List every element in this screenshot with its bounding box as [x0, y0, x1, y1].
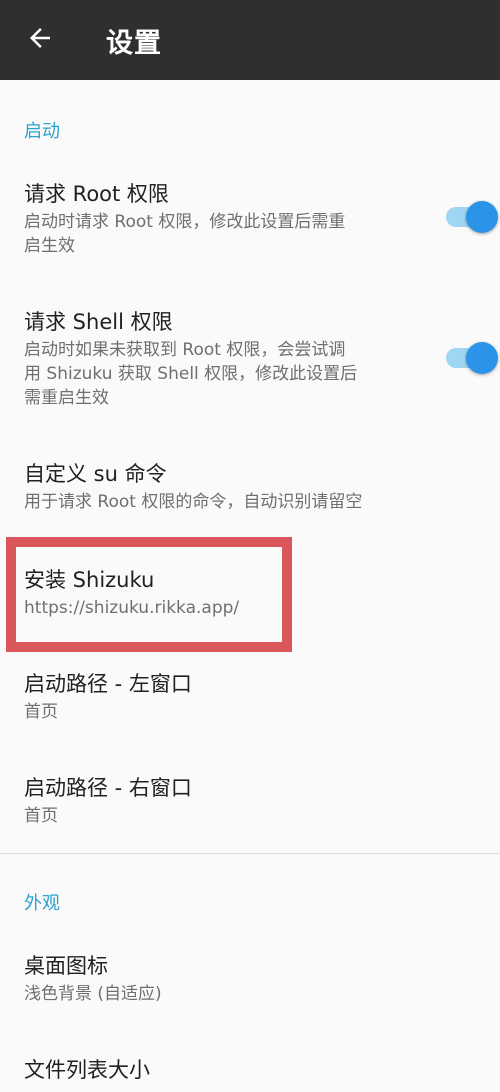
back-button[interactable] [0, 0, 80, 80]
app-bar: 设置 [0, 0, 500, 80]
setting-summary: 启动时请求 Root 权限，修改此设置后需重 启生效 [24, 212, 346, 256]
section-title-appearance: 外观 [24, 893, 60, 914]
setting-summary: 启动时如果未获取到 Root 权限，会尝试调 用 Shizuku 获取 Shel… [24, 340, 358, 408]
section-title-startup: 启动 [24, 121, 60, 142]
setting-file-list-size[interactable]: 文件列表大小 [0, 1046, 500, 1092]
root-permission-switch[interactable] [446, 197, 498, 237]
switch-thumb [466, 342, 498, 374]
shell-permission-switch[interactable] [446, 338, 498, 378]
setting-title: 文件列表大小 [24, 1058, 150, 1082]
setting-summary: 浅色背景 (自适应) [24, 984, 162, 1004]
setting-startup-path-left[interactable]: 启动路径 - 左窗口 首页 [0, 660, 500, 736]
setting-desktop-icon[interactable]: 桌面图标 浅色背景 (自适应) [0, 942, 500, 1018]
arrow-back-icon [25, 23, 55, 57]
setting-title: 安装 Shizuku [24, 568, 155, 592]
setting-title: 启动路径 - 右窗口 [24, 776, 192, 800]
page-title: 设置 [106, 27, 162, 59]
setting-request-root[interactable]: 请求 Root 权限 启动时请求 Root 权限，修改此设置后需重 启生效 [0, 170, 500, 270]
setting-install-shizuku[interactable]: 安装 Shizuku https://shizuku.rikka.app/ [0, 556, 500, 632]
setting-title: 自定义 su 命令 [24, 462, 167, 486]
setting-title: 请求 Root 权限 [24, 182, 169, 206]
switch-thumb [466, 201, 498, 233]
setting-summary: 用于请求 Root 权限的命令，自动识别请留空 [24, 492, 363, 512]
setting-title: 请求 Shell 权限 [24, 310, 173, 334]
setting-request-shell[interactable]: 请求 Shell 权限 启动时如果未获取到 Root 权限，会尝试调 用 Shi… [0, 298, 500, 422]
setting-custom-su[interactable]: 自定义 su 命令 用于请求 Root 权限的命令，自动识别请留空 [0, 450, 500, 526]
setting-summary: https://shizuku.rikka.app/ [24, 598, 240, 618]
setting-summary: 首页 [24, 806, 58, 826]
setting-title: 启动路径 - 左窗口 [24, 672, 192, 696]
setting-startup-path-right[interactable]: 启动路径 - 右窗口 首页 [0, 764, 500, 840]
setting-title: 桌面图标 [24, 954, 108, 978]
section-divider [0, 853, 500, 854]
setting-summary: 首页 [24, 702, 58, 722]
